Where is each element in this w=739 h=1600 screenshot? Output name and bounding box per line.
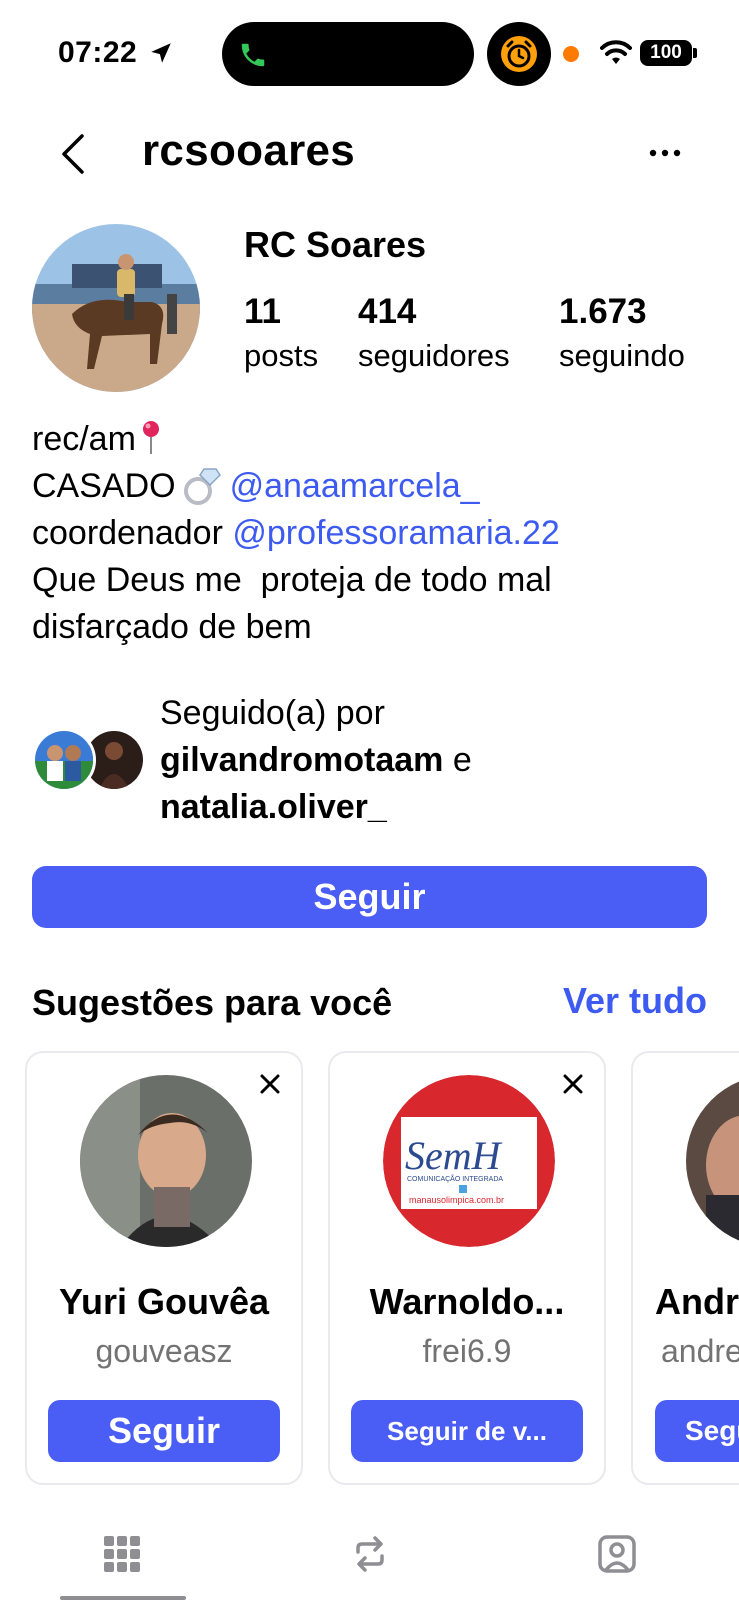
followed-by-line-2: gilvandromotaam e <box>160 737 472 784</box>
followed-by-text[interactable]: Seguido(a) por gilvandromotaam e natalia… <box>160 690 472 831</box>
suggestion-name[interactable]: Andr <box>655 1281 739 1323</box>
mutual-avatar-1 <box>32 728 96 792</box>
mutual-followers-avatars[interactable] <box>32 728 146 792</box>
suggestion-avatar[interactable] <box>80 1075 252 1247</box>
semh-logo-subtitle: COMUNICAÇÃO INTEGRADA <box>407 1174 503 1183</box>
followed-by-line-3: natalia.oliver_ <box>160 784 472 831</box>
bio-married-text: CASADO <box>32 467 176 505</box>
followed-by-user-1[interactable]: gilvandromotaam <box>160 741 443 779</box>
semh-logo-text: SemH <box>405 1133 503 1178</box>
bio-line-4: Que Deus me proteja de todo mal <box>32 561 552 599</box>
following-count: 1.673 <box>559 292 647 331</box>
suggestion-name[interactable]: Yuri Gouvêa <box>27 1281 301 1323</box>
profile-photo <box>32 224 200 392</box>
suggestions-title: Sugestões para você <box>32 982 393 1023</box>
phone-icon <box>241 43 265 67</box>
profile-tab-bar <box>0 1526 739 1600</box>
suggestion-avatar[interactable]: SemH COMUNICAÇÃO INTEGRADA manausolimpic… <box>383 1075 555 1247</box>
close-icon[interactable] <box>259 1073 281 1095</box>
alarm-indicator[interactable] <box>487 22 551 86</box>
following-label: seguindo <box>559 338 685 373</box>
bio-line-2: CASADO @anaamarcela_ <box>32 463 722 510</box>
suggestion-name[interactable]: Warnoldo... <box>330 1281 604 1323</box>
suggestion-handle: frei6.9 <box>422 1333 512 1369</box>
status-bar: 07:22 100 <box>0 0 739 100</box>
bio-role-text: coordenador <box>32 514 223 552</box>
followed-by-conjunction: e <box>452 741 472 779</box>
alarm-clock-icon <box>501 36 537 72</box>
privacy-dot-indicator <box>563 46 579 62</box>
bio-location-text: rec/am <box>32 420 136 458</box>
bio-mention-professoramaria[interactable]: @professoramaria.22 <box>232 514 559 552</box>
location-arrow-icon <box>151 43 171 63</box>
active-tab-indicator <box>60 1596 186 1600</box>
profile-bio: rec/am CASADO @anaamarcela_ coordenador @… <box>32 416 722 651</box>
suggestion-handle: andre <box>661 1333 739 1369</box>
back-chevron-icon[interactable] <box>58 132 88 176</box>
grid-icon <box>104 1536 140 1572</box>
profile-avatar[interactable] <box>32 224 200 392</box>
bio-mention-anaamarcela[interactable]: @anaamarcela_ <box>230 467 480 505</box>
battery-cap <box>693 48 697 58</box>
profile-username: rcsooares <box>142 126 356 175</box>
see-all-link[interactable]: Ver tudo <box>563 980 707 1022</box>
suggestion-card[interactable]: Andr andre Segu <box>631 1051 739 1485</box>
suggestion-follow-button[interactable]: Segu <box>655 1400 739 1462</box>
followers-label: seguidores <box>358 338 510 373</box>
dynamic-island[interactable] <box>222 22 474 86</box>
suggestion-follow-button[interactable]: Seguir <box>48 1400 280 1462</box>
more-options-icon[interactable] <box>648 146 682 160</box>
status-time: 07:22 <box>58 36 138 69</box>
suggestion-card[interactable]: Yuri Gouvêa gouveasz Seguir <box>25 1051 303 1485</box>
tagged-person-icon <box>598 1535 636 1573</box>
bio-line-1: rec/am <box>32 416 722 463</box>
following-stat[interactable]: 1.673 seguindo <box>559 290 685 378</box>
semh-logo-url: manausolimpica.com.br <box>409 1195 504 1205</box>
posts-label: posts <box>244 338 319 373</box>
posts-count: 11 <box>244 292 281 331</box>
semh-logo: SemH COMUNICAÇÃO INTEGRADA manausolimpic… <box>383 1075 555 1247</box>
ring-icon <box>183 468 221 505</box>
followers-stat[interactable]: 414 seguidores <box>358 290 510 378</box>
pushpin-icon <box>142 421 159 454</box>
followers-count: 414 <box>358 292 417 331</box>
wifi-icon <box>600 40 632 64</box>
bio-line-3: coordenador @professoramaria.22 <box>32 510 722 557</box>
follow-button[interactable]: Seguir <box>32 866 707 928</box>
bio-line-5: disfarçado de bem <box>32 608 312 646</box>
suggestion-follow-back-button[interactable]: Seguir de v... <box>351 1400 583 1462</box>
tab-tagged[interactable] <box>555 1526 679 1600</box>
followed-by-user-2[interactable]: natalia.oliver_ <box>160 788 387 826</box>
display-name: RC Soares <box>244 224 427 265</box>
battery-indicator: 100 <box>640 40 692 66</box>
suggestion-card[interactable]: SemH COMUNICAÇÃO INTEGRADA manausolimpic… <box>328 1051 606 1485</box>
tab-posts-grid[interactable] <box>60 1526 184 1600</box>
close-icon[interactable] <box>562 1073 584 1095</box>
followed-by-prefix: Seguido(a) por <box>160 694 385 732</box>
tab-reposts[interactable] <box>308 1526 432 1600</box>
posts-stat[interactable]: 11 posts <box>244 290 318 378</box>
suggestion-avatar[interactable] <box>686 1075 739 1247</box>
suggestion-handle: gouveasz <box>95 1333 233 1369</box>
repost-icon <box>356 1536 384 1572</box>
